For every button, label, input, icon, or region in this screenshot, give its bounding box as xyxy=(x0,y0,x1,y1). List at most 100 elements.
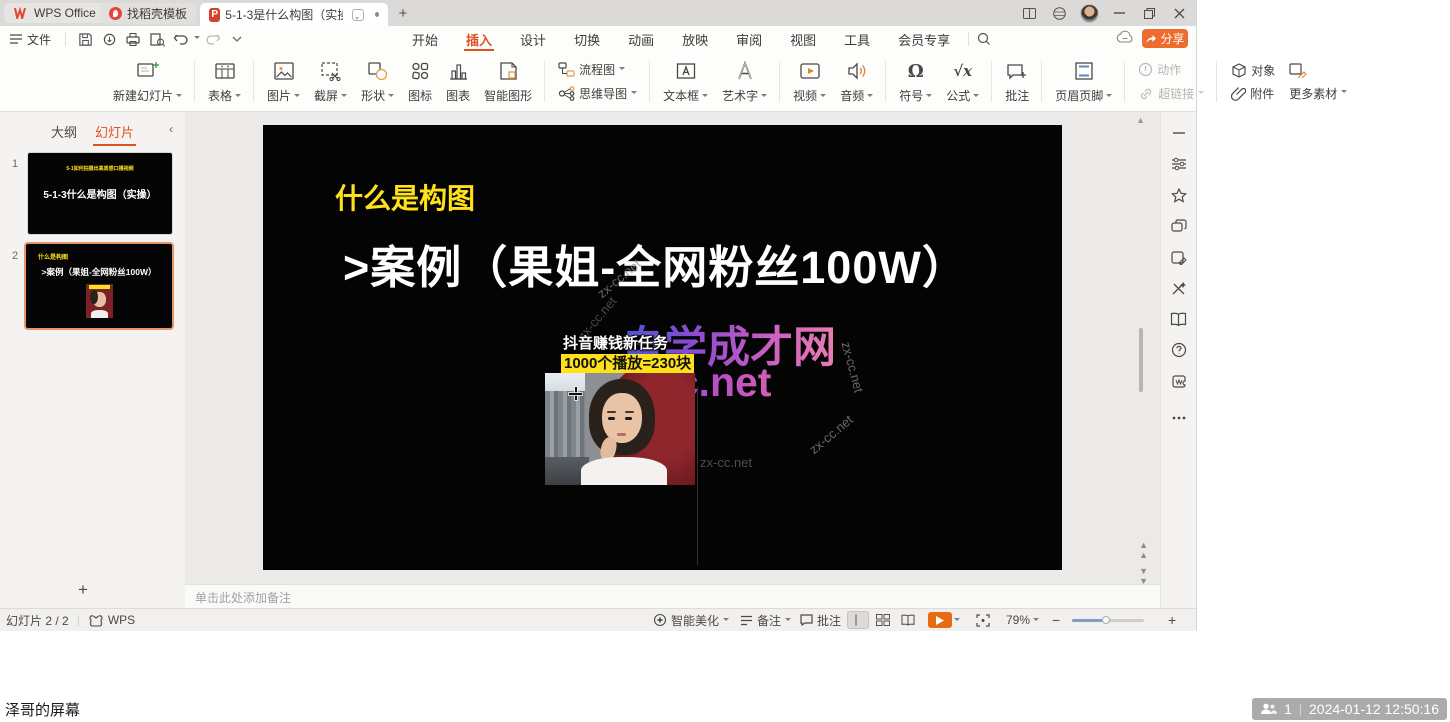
shape-button[interactable]: 形状 xyxy=(354,55,401,109)
attachment-button[interactable]: 附件 xyxy=(1231,85,1275,102)
picture-label: 图片 xyxy=(267,87,291,104)
share-button[interactable]: 分享 xyxy=(1142,29,1188,48)
restore-button[interactable] xyxy=(1134,0,1164,26)
flowchart-button[interactable]: 流程图 xyxy=(558,61,637,78)
chart-button[interactable]: 图表 xyxy=(439,55,477,109)
beautify-icon xyxy=(653,613,667,627)
rail-more-icon[interactable] xyxy=(1170,409,1188,427)
object-button[interactable]: 对象 xyxy=(1231,62,1275,79)
object-properties-icon[interactable] xyxy=(1170,155,1188,173)
close-button[interactable] xyxy=(1164,0,1194,26)
tab-outline[interactable]: 大纲 xyxy=(49,119,79,144)
quickbar-customize-icon[interactable] xyxy=(226,29,248,49)
thumb-photo xyxy=(86,284,113,318)
comment-button[interactable]: 批注 xyxy=(998,55,1036,109)
picture-button[interactable]: 图片 xyxy=(260,55,307,109)
panel-collapse-button[interactable]: ‹ xyxy=(169,122,173,136)
skin-settings-button[interactable] xyxy=(1044,0,1074,26)
tab-review[interactable]: 审阅 xyxy=(722,26,776,52)
vertical-scrollbar[interactable] xyxy=(1139,328,1143,392)
user-avatar[interactable] xyxy=(1074,0,1104,26)
design-tools-icon[interactable] xyxy=(1170,248,1188,266)
notes-bar[interactable]: 单击此处添加备注 xyxy=(185,584,1160,609)
tab-animation[interactable]: 动画 xyxy=(614,26,668,52)
comment-status-icon xyxy=(800,614,813,626)
fit-slide-button[interactable] xyxy=(976,609,990,631)
slide-thumbnail-1[interactable]: 5-1如何拍摄出高质感口播视频 5-1-3什么是构图（实操） xyxy=(28,153,172,234)
slide-sorter-view-button[interactable] xyxy=(872,611,894,629)
wordart-button[interactable]: 艺术字 xyxy=(715,55,774,109)
new-slide-button[interactable]: 新建幻灯片 xyxy=(106,55,189,109)
search-icon[interactable] xyxy=(973,29,995,49)
reading-view-button[interactable] xyxy=(897,611,919,629)
mindmap-button[interactable]: 思维导图 xyxy=(558,85,637,102)
undo-dropdown[interactable] xyxy=(194,36,200,42)
tab-slides[interactable]: 幻灯片 xyxy=(93,119,136,144)
tab-home[interactable]: 开始 xyxy=(398,26,452,52)
textbox-button[interactable]: 文本框 xyxy=(656,55,715,109)
more-assets-icon-button[interactable] xyxy=(1289,63,1347,78)
normal-view-button[interactable] xyxy=(847,611,869,629)
reading-guide-icon[interactable] xyxy=(1170,310,1188,328)
slide-editor[interactable]: 什么是构图 >案例（果姐-全网粉丝100W） zx-cc.net zx-cc.n… xyxy=(263,125,1062,570)
zoom-out-button[interactable]: − xyxy=(1052,609,1060,631)
wps-home-tab[interactable]: WPS Office xyxy=(4,3,106,23)
video-button[interactable]: 视频 xyxy=(786,55,833,109)
export-pdf-icon[interactable] xyxy=(98,29,120,49)
beautify-tools-icon[interactable] xyxy=(1170,279,1188,297)
wps-check-label[interactable]: WPS xyxy=(108,613,135,627)
slide-title-textbox[interactable]: >案例（果姐-全网粉丝100W） xyxy=(343,231,968,296)
tab-transition[interactable]: 切换 xyxy=(560,26,614,52)
rail-collapse-icon[interactable] xyxy=(1170,124,1188,142)
play-dropdown[interactable] xyxy=(954,618,960,624)
print-preview-icon[interactable] xyxy=(146,29,168,49)
wps-sticker-icon[interactable] xyxy=(1170,372,1188,390)
symbol-button[interactable]: Ω 符号 xyxy=(892,55,939,109)
slide-photo[interactable] xyxy=(545,373,695,485)
split-view-button[interactable] xyxy=(1014,0,1044,26)
beautify-button[interactable]: 智能美化 xyxy=(653,609,729,631)
slide-subtitle-textbox[interactable]: 什么是构图 xyxy=(335,177,475,217)
tab-view[interactable]: 视图 xyxy=(776,26,830,52)
zoom-level-button[interactable]: 79% xyxy=(1006,609,1039,631)
doc-comment-icon[interactable] xyxy=(352,9,364,21)
screenshot-icon xyxy=(319,60,343,82)
save-icon[interactable] xyxy=(74,29,96,49)
zoom-slider[interactable] xyxy=(1072,619,1144,622)
undo-icon[interactable] xyxy=(170,29,192,49)
notes-button[interactable]: 备注 xyxy=(740,609,791,631)
file-menu-button[interactable]: 文件 xyxy=(0,31,61,48)
prev-slide-button[interactable]: ▲▲ xyxy=(1139,540,1148,560)
headerfooter-button[interactable]: 页眉页脚 xyxy=(1048,55,1119,109)
help-icon[interactable] xyxy=(1170,341,1188,359)
zoom-slider-knob[interactable] xyxy=(1102,616,1110,624)
favorites-icon[interactable] xyxy=(1170,186,1188,204)
print-icon[interactable] xyxy=(122,29,144,49)
comment-status-button[interactable]: 批注 xyxy=(800,609,841,631)
docer-template-tab[interactable]: 找稻壳模板 xyxy=(100,3,196,24)
icon-library-button[interactable]: 图标 xyxy=(401,55,439,109)
add-slide-button[interactable]: + xyxy=(78,580,88,600)
tab-tools[interactable]: 工具 xyxy=(830,26,884,52)
minimize-button[interactable] xyxy=(1104,0,1134,26)
zoom-in-button[interactable]: + xyxy=(1168,609,1176,631)
slide-thumbnail-2[interactable]: 什么是构图 >案例（果姐-全网粉丝100W） xyxy=(26,244,172,328)
more-assets-button[interactable]: 更多素材 xyxy=(1289,85,1347,102)
smartart-button[interactable]: 智能图形 xyxy=(477,55,539,109)
audio-button[interactable]: 音频 xyxy=(833,55,880,109)
scrollbar-up-arrow[interactable]: ▲ xyxy=(1136,115,1145,125)
tab-slideshow[interactable]: 放映 xyxy=(668,26,722,52)
tab-member[interactable]: 会员专享 xyxy=(884,26,964,52)
table-button[interactable]: 表格 xyxy=(201,55,248,109)
cloud-sync-icon[interactable] xyxy=(1116,30,1134,48)
tab-design[interactable]: 设计 xyxy=(506,26,560,52)
material-library-icon[interactable] xyxy=(1170,217,1188,235)
next-slide-button[interactable]: ▼▼ xyxy=(1139,566,1148,586)
new-tab-button[interactable]: + xyxy=(394,4,412,22)
tab-insert[interactable]: 插入 xyxy=(452,26,506,52)
play-slideshow-button[interactable] xyxy=(928,612,952,628)
screenshot-button[interactable]: 截屏 xyxy=(307,55,354,109)
doc-modified-dot xyxy=(375,12,379,17)
document-tab-active[interactable]: P 5-1-3是什么构图（实操）.pp xyxy=(200,3,388,26)
formula-button[interactable]: √x 公式 xyxy=(939,55,986,109)
